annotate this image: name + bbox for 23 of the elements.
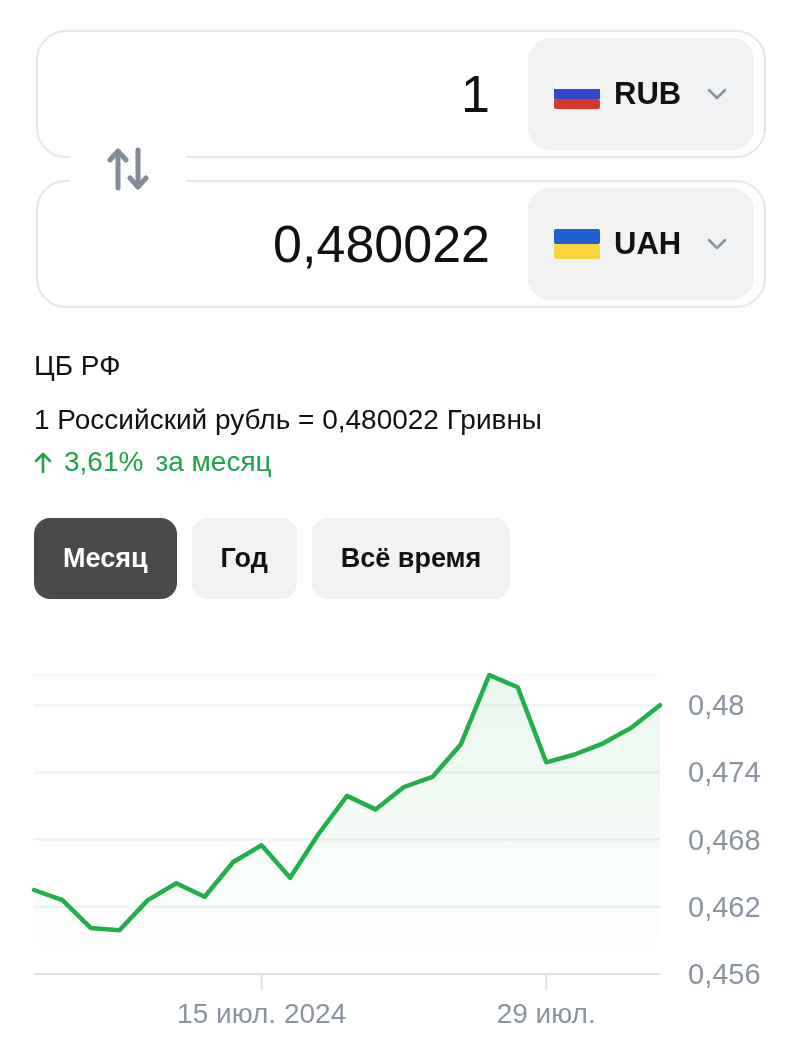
period-tab[interactable]: Месяц bbox=[34, 518, 177, 599]
currency-dropdown[interactable]: UAH bbox=[528, 188, 754, 300]
flag-icon bbox=[554, 79, 600, 109]
period-tab[interactable]: Год bbox=[191, 518, 297, 599]
y-axis-label: 0,48 bbox=[688, 689, 745, 722]
x-axis-label: 29 июл. bbox=[496, 998, 596, 1029]
x-axis-label: 15 июл. 2024 bbox=[177, 998, 347, 1029]
exchange-rate-text: 1 Российский рубль = 0,480022 Гривны bbox=[34, 404, 542, 436]
swap-icon[interactable] bbox=[107, 147, 149, 191]
y-axis-label: 0,474 bbox=[688, 756, 761, 789]
period-tab[interactable]: Всё время bbox=[311, 518, 511, 599]
chevron-down-icon bbox=[706, 87, 728, 101]
rate-source: ЦБ РФ bbox=[34, 350, 121, 382]
amount-field[interactable]: 1 bbox=[58, 64, 490, 124]
currency-dropdown[interactable]: RUB bbox=[528, 38, 754, 150]
change-percent: 3,61% bbox=[64, 446, 144, 478]
y-axis-label: 0,462 bbox=[688, 890, 761, 923]
y-axis-label: 0,456 bbox=[688, 958, 761, 990]
change-period: за месяц bbox=[155, 446, 272, 478]
chevron-down-icon bbox=[706, 237, 728, 251]
y-axis-label: 0,468 bbox=[688, 823, 761, 856]
flag-icon bbox=[554, 229, 600, 259]
amount-field[interactable]: 0,480022 bbox=[58, 214, 490, 274]
